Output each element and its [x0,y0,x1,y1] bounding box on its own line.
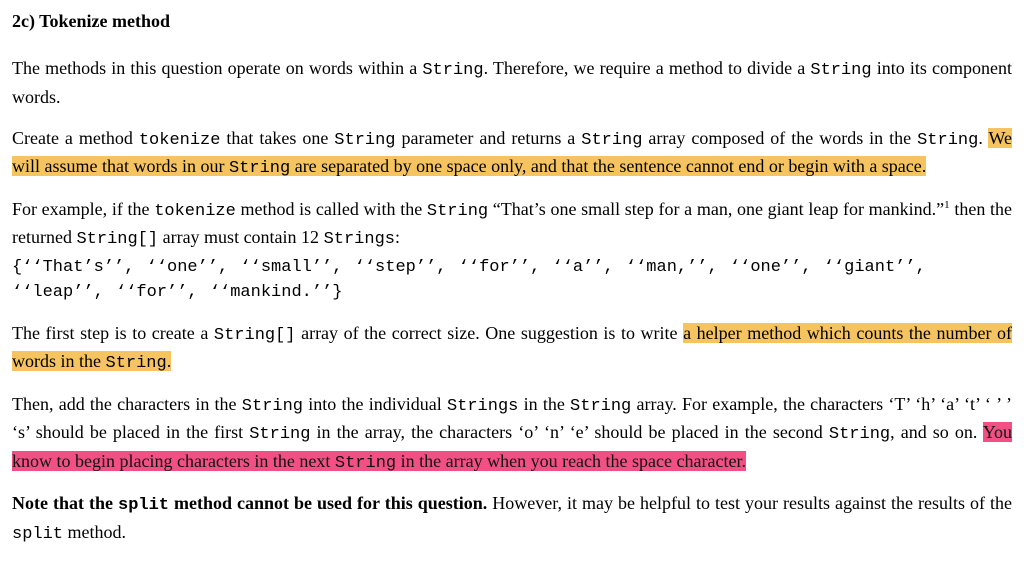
code-string: String [422,61,483,80]
code-string: String [917,131,978,150]
note-bold: Note that the split method cannot be use… [12,493,487,513]
text: Create a method [12,128,139,148]
text: array of the correct size. One suggestio… [296,323,684,343]
code-tokenize: tokenize [139,131,221,150]
text: : [395,227,400,247]
text: “That’s one small step for a man, one gi… [488,199,944,219]
text: method is called with the [236,199,427,219]
text: array must contain 12 [158,227,323,247]
code-string: String [810,61,871,80]
text: However, it may be helpful to test your … [487,493,1012,513]
code-string: String [242,397,303,416]
paragraph-create-method: Create a method tokenize that takes one … [12,125,1012,182]
code-strings: Strings [324,230,395,249]
text: are separated by one space only, and tha… [290,156,926,176]
code-tokenize: tokenize [154,202,236,221]
paragraph-intro: The methods in this question operate on … [12,55,1012,111]
text: in the array when you reach the space ch… [396,451,746,471]
example-array-literal: {‘‘That’s’’, ‘‘one’’, ‘‘small’’, ‘‘step’… [12,255,1012,306]
code-string: String [335,454,396,473]
code-string-array: String[] [214,326,296,345]
code-strings: Strings [447,397,518,416]
paragraph-add-characters: Then, add the characters in the String i… [12,391,1012,477]
code-string: String [249,425,310,444]
section-heading: 2c) Tokenize method [12,8,1012,35]
code-string-array: String[] [76,230,158,249]
code-string: String [581,131,642,150]
text: parameter and returns a [396,128,582,148]
text: in the array, the characters ‘o’ ‘n’ ‘e’… [310,422,828,442]
code-string: String [229,159,290,178]
text: . [167,351,172,371]
text: method. [63,522,126,542]
text: Note that the [12,493,118,513]
text: , and so on. [890,422,983,442]
text: array composed of the words in the [642,128,917,148]
paragraph-note: Note that the split method cannot be use… [12,490,1012,547]
text: in the [518,394,570,414]
text: Then, add the characters in the [12,394,242,414]
code-split: split [118,496,169,515]
code-string: String [106,354,167,373]
text: into the individual [303,394,447,414]
code-string: String [570,397,631,416]
text: . Therefore, we require a method to divi… [484,58,811,78]
code-string: String [427,202,488,221]
text: For example, if the [12,199,154,219]
code-string: String [334,131,395,150]
paragraph-example: For example, if the tokenize method is c… [12,196,1012,253]
code-string: String [829,425,890,444]
text: The methods in this question operate on … [12,58,422,78]
text: that takes one [220,128,334,148]
text: The first step is to create a [12,323,214,343]
code-split: split [12,525,63,544]
text: method cannot be used for this question. [169,493,487,513]
text: . [978,128,988,148]
paragraph-first-step: The first step is to create a String[] a… [12,320,1012,377]
